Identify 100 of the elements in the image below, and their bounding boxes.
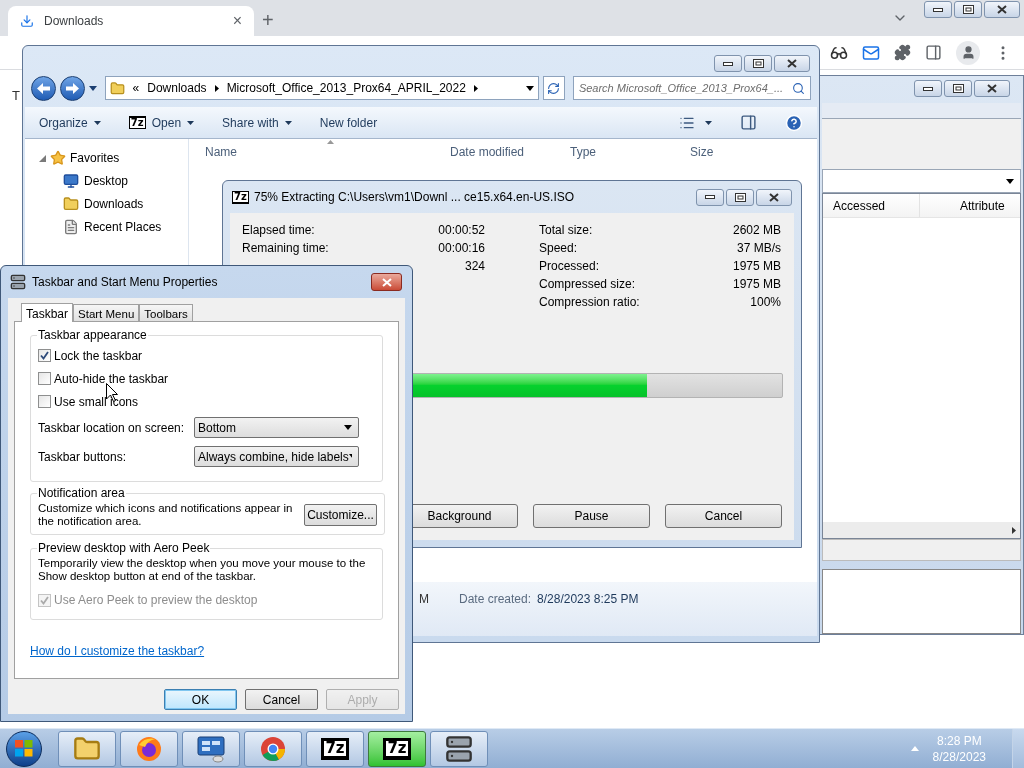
extensions-icon[interactable] [894,44,911,61]
description-text: Temporarily view the desktop when you move your mouse to the Show desktop button at end of the taskbar. [38,557,367,583]
checkbox-label[interactable]: Lock the taskbar [54,346,143,365]
dialog-button[interactable]: Cancel [665,504,782,528]
checkbox[interactable] [38,372,51,385]
column-header[interactable]: Type [570,143,690,161]
minimize-icon [923,86,933,91]
taskbar-button[interactable] [182,730,240,767]
stat-value: 1975 MB [732,276,781,293]
column-header[interactable]: Date modified [450,143,570,161]
tab[interactable]: Toolbars [139,304,193,321]
column-header[interactable]: Name [189,143,450,161]
close-button[interactable] [371,273,402,291]
dropdown[interactable]: Bottom [194,417,359,438]
mail-icon[interactable] [862,43,880,62]
stat-label: Processed: [539,258,600,275]
restore-icon [752,59,764,68]
toolbar-button[interactable]: Share with [222,113,292,132]
nav-item[interactable]: Desktop [84,172,129,190]
browser-tab[interactable]: Downloads × [8,6,254,36]
scroll-right-icon[interactable] [1012,526,1016,534]
expand-triangle-icon[interactable] [39,154,46,162]
customize-button[interactable]: Customize... [304,504,377,526]
horizontal-scrollbar[interactable] [823,522,1020,538]
toolbar-button[interactable]: Organize [39,113,101,132]
stat-label: Compressed size: [539,276,636,293]
forward-button[interactable] [59,75,85,101]
chevron-right-icon[interactable] [473,84,478,92]
desktop-icon [63,173,79,189]
caret-icon [348,454,352,459]
toolbar-button[interactable]: New folder [319,113,378,132]
field-label: Taskbar location on screen: [38,419,186,437]
windows-logo-icon [15,740,33,757]
caret-icon [284,120,292,125]
tab-close-button[interactable]: × [232,9,242,33]
nav-item[interactable]: Downloads [84,195,144,213]
stat-value: 324 [464,258,485,275]
download-icon [20,14,34,28]
caret-icon [93,120,101,125]
tab[interactable]: Taskbar [21,303,74,322]
stat-label: Elapsed time: [242,222,315,239]
search-field[interactable]: Search Microsoft_Office_2013_Prox64_... [572,76,811,100]
caret-icon[interactable] [705,120,712,125]
taskbar-button[interactable]: 7z [306,730,364,767]
path-field[interactable] [822,169,1021,193]
close-icon [769,192,779,202]
caret-icon [344,425,352,430]
close-button[interactable] [774,55,810,72]
toolbar-button[interactable]: 7z Open [128,113,195,132]
group-heading: Notification area [37,485,126,502]
tab[interactable]: Start Menu [73,304,140,321]
column-header[interactable]: Size [690,143,714,161]
minimize-button[interactable] [714,55,742,72]
breadcrumb-overflow[interactable]: « [132,79,140,97]
caret-icon [1006,178,1014,184]
close-button[interactable] [756,188,792,206]
side-panel-icon[interactable] [925,44,942,61]
nav-item[interactable]: Recent Places [84,218,162,236]
column-header[interactable]: Accessed [823,194,920,217]
maximize-button[interactable] [726,188,754,206]
taskbar-button[interactable] [430,730,488,767]
address-bar[interactable]: « Downloads Microsoft_Office_2013_Prox64_APRIL_2022 [104,76,540,100]
checkbox-label[interactable]: Use small icons [54,392,139,411]
maximize-button[interactable] [954,1,982,18]
checkbox[interactable] [38,395,51,408]
dialog-button[interactable]: Pause [533,504,650,528]
close-button[interactable] [974,80,1010,97]
group-heading: Preview desktop with Aero Peek [37,540,211,557]
minimize-button[interactable] [924,1,952,18]
close-icon [787,59,797,68]
close-button[interactable] [984,1,1020,18]
restore-icon [734,192,746,202]
caret-icon[interactable] [88,85,97,91]
maximize-button[interactable] [944,80,972,97]
maximize-button[interactable] [744,55,772,72]
minimize-button[interactable] [914,80,942,97]
dropdown[interactable]: Always combine, hide labels [194,446,359,467]
checkbox[interactable] [38,349,51,362]
caret-icon[interactable] [526,85,535,91]
help-icon[interactable] [785,113,803,132]
back-button[interactable] [31,75,56,101]
profile-button[interactable] [956,40,980,65]
caret-icon [187,120,195,125]
checkbox-label[interactable]: Auto-hide the taskbar [54,369,169,388]
refresh-button[interactable] [543,76,565,100]
minimize-button[interactable] [696,188,724,206]
column-header[interactable]: Attribute [920,194,1005,217]
preview-pane-icon[interactable] [740,114,757,131]
stat-label: Compression ratio: [539,294,640,311]
start-button[interactable] [6,730,42,767]
breadcrumb-item[interactable]: Microsoft_Office_2013_Prox64_APRIL_2022 [226,79,466,97]
chevron-right-icon[interactable] [214,84,219,92]
nav-item[interactable]: Favorites [70,149,120,167]
breadcrumb-item[interactable]: Downloads [147,79,207,97]
taskbar-button[interactable] [120,730,178,767]
dialog-button[interactable]: OK [164,689,237,710]
dialog-button[interactable]: Cancel [245,689,318,710]
taskbar-button[interactable]: 7z [368,730,426,767]
help-link[interactable]: How do I customize the taskbar? [30,644,205,658]
new-tab-button[interactable]: + [262,10,274,30]
